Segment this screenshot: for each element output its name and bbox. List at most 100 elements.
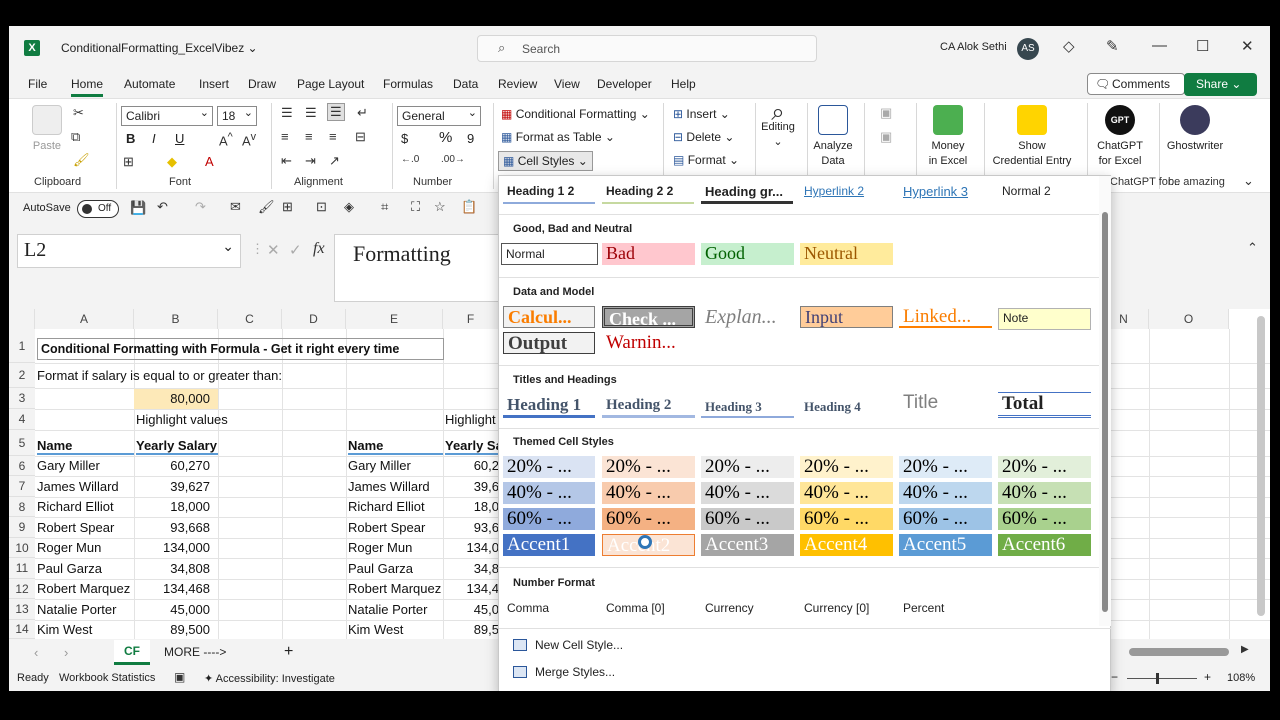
row-header[interactable]: 5 xyxy=(9,430,35,456)
salary-cell[interactable]: 134,000 xyxy=(134,540,210,555)
delete-cells-button[interactable]: ⊟ Delete ⌄ xyxy=(673,130,734,144)
style-pct20-accent-1[interactable]: 20% - ... xyxy=(503,456,595,478)
threshold-cell[interactable]: 80,000 xyxy=(134,389,218,409)
number-format-combo[interactable]: General xyxy=(397,106,481,126)
row-header[interactable]: 3 xyxy=(9,388,35,409)
style-comma[interactable]: Comma xyxy=(503,599,595,621)
style-hyperlink-3[interactable]: Hyperlink 3 xyxy=(899,182,991,204)
sheet-tab-cf[interactable]: CF xyxy=(114,640,150,665)
tab-file[interactable]: File xyxy=(28,77,47,91)
percent-button[interactable]: % xyxy=(439,129,452,146)
name-cell-e[interactable]: Robert Marquez xyxy=(348,581,443,596)
style-title[interactable]: Title xyxy=(899,392,992,416)
insert-function-icon[interactable]: fx xyxy=(313,240,325,258)
zoom-level[interactable]: 108% xyxy=(1227,672,1255,684)
salary-cell[interactable]: 60,270 xyxy=(134,458,210,473)
pen-icon[interactable]: ✎ xyxy=(1106,37,1119,55)
row-header[interactable]: 10 xyxy=(9,538,35,558)
prompt-cell[interactable]: Format if salary is equal to or greater … xyxy=(37,368,282,383)
style-good[interactable]: Good xyxy=(701,243,794,265)
tab-automate[interactable]: Automate xyxy=(124,77,175,91)
clipboard-qat-icon[interactable]: 📋 xyxy=(461,199,477,215)
style-pct20-accent-3[interactable]: 20% - ... xyxy=(701,456,794,478)
style-heading-2[interactable]: Heading 2 xyxy=(602,394,695,418)
style-linked-cell[interactable]: Linked... xyxy=(899,306,992,328)
row-header[interactable]: 8 xyxy=(9,497,35,517)
name-cell[interactable]: Robert Marquez xyxy=(37,581,134,596)
italic-button[interactable]: I xyxy=(152,131,156,146)
style-pct60-accent-3[interactable]: 60% - ... xyxy=(701,508,794,530)
style-accent-5[interactable]: Accent5 xyxy=(899,534,992,556)
decrease-indent-icon[interactable]: ⇤ xyxy=(281,153,292,169)
gallery-scroll-thumb[interactable] xyxy=(1102,212,1108,612)
font-color-icon[interactable]: A xyxy=(205,154,214,169)
style-heading-3[interactable]: Heading 3 xyxy=(701,394,794,418)
macro-record-icon[interactable]: ▣ xyxy=(174,670,185,684)
star-icon[interactable]: ☆ xyxy=(434,199,446,215)
name-cell-e[interactable]: Robert Spear xyxy=(348,520,443,535)
name-box[interactable]: L2 xyxy=(17,234,241,268)
name-cell-e[interactable]: Kim West xyxy=(348,622,443,637)
row-header[interactable]: 9 xyxy=(9,517,35,538)
salary-cell[interactable]: 39,627 xyxy=(134,479,210,494)
font-size-combo[interactable]: 18 xyxy=(217,106,257,126)
tab-data[interactable]: Data xyxy=(453,77,478,91)
style-pct40-accent-2[interactable]: 40% - ... xyxy=(602,482,695,504)
fill-color-icon[interactable]: ◆ xyxy=(167,154,177,170)
style-pct60-accent-1[interactable]: 60% - ... xyxy=(503,508,595,530)
enter-formula-icon[interactable]: ✓ xyxy=(289,241,302,259)
name-cell[interactable]: James Willard xyxy=(37,479,134,494)
salary-cell-f[interactable]: 34,8 xyxy=(445,561,499,576)
prev-sheet-icon[interactable]: ‹ xyxy=(34,645,38,660)
maximize-icon[interactable]: ☐ xyxy=(1196,37,1209,55)
gallery-scrollbar[interactable] xyxy=(1099,176,1111,626)
column-header-o[interactable]: O xyxy=(1149,309,1229,329)
bold-button[interactable]: B xyxy=(126,131,135,146)
style-heading-2-2[interactable]: Heading 2 2 xyxy=(602,182,694,204)
column-header-f[interactable]: F xyxy=(443,309,499,329)
zoom-in-icon[interactable]: + xyxy=(1204,670,1211,684)
zoom-thumb[interactable] xyxy=(1156,673,1159,684)
tab-insert[interactable]: Insert xyxy=(199,77,229,91)
style-pct60-accent-5[interactable]: 60% - ... xyxy=(899,508,992,530)
increase-indent-icon[interactable]: ⇥ xyxy=(305,153,316,169)
column-header-a[interactable]: A xyxy=(35,309,134,329)
crop-icon[interactable]: ⌗ xyxy=(381,199,388,215)
row-header[interactable]: 11 xyxy=(9,558,35,579)
shapes-icon[interactable]: ◈ xyxy=(344,199,354,215)
workbook-title[interactable]: ConditionalFormatting_ExcelVibez ⌄ xyxy=(61,41,258,55)
zoom-slider[interactable] xyxy=(1127,678,1197,679)
style-accent-6[interactable]: Accent6 xyxy=(998,534,1091,556)
tab-review[interactable]: Review xyxy=(498,77,537,91)
highlight-label-cell[interactable]: Highlight values xyxy=(136,412,228,427)
format-as-table-button[interactable]: ▦ Format as Table ⌄ xyxy=(501,130,615,144)
style-pct40-accent-5[interactable]: 40% - ... xyxy=(899,482,992,504)
horizontal-scrollbar[interactable] xyxy=(1129,648,1229,656)
salary-cell[interactable]: 134,468 xyxy=(134,581,210,596)
style-calculation[interactable]: Calcul... xyxy=(503,306,595,328)
salary-cell-f[interactable]: 60,2 xyxy=(445,458,499,473)
next-sheet-icon[interactable]: › xyxy=(64,645,68,660)
select-all-corner[interactable] xyxy=(9,309,35,329)
row-header[interactable]: 14 xyxy=(9,620,35,639)
underline-button[interactable]: U xyxy=(175,131,184,146)
decrease-decimal-icon[interactable]: .00→ xyxy=(441,154,465,165)
zoom-out-icon[interactable]: − xyxy=(1111,670,1118,684)
merge-center-icon[interactable]: ⊟ xyxy=(355,129,366,145)
align-center-icon[interactable]: ≡ xyxy=(305,129,313,144)
tab-help[interactable]: Help xyxy=(671,77,696,91)
name-cell-e[interactable]: Richard Elliot xyxy=(348,499,443,514)
new-cell-style-item[interactable]: New Cell Style... xyxy=(513,638,623,652)
name-cell[interactable]: Paul Garza xyxy=(37,561,134,576)
autosave-toggle[interactable]: Off xyxy=(77,200,119,218)
vertical-scrollbar[interactable] xyxy=(1257,316,1265,616)
align-middle-icon[interactable]: ☰ xyxy=(305,105,317,121)
increase-decimal-icon[interactable]: ←.0 xyxy=(401,154,419,165)
name-cell[interactable]: Roger Mun xyxy=(37,540,134,555)
header-name-e[interactable]: Name xyxy=(348,438,443,455)
style-pct40-accent-6[interactable]: 40% - ... xyxy=(998,482,1091,504)
style-pct40-accent-4[interactable]: 40% - ... xyxy=(800,482,893,504)
font-name-combo[interactable]: Calibri xyxy=(121,106,213,126)
save-icon[interactable]: 💾 xyxy=(130,200,146,216)
style-input[interactable]: Input xyxy=(800,306,893,328)
